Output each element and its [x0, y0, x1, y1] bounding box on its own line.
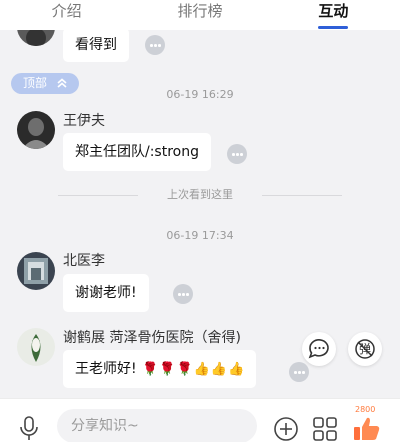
grid-icon[interactable]: [312, 416, 338, 442]
message-bubble[interactable]: 谢谢老师!: [63, 274, 149, 312]
thumbs-up-icon[interactable]: [352, 416, 382, 442]
chat-bubble-icon: [308, 339, 329, 359]
message-text: 郑主任团队/:strong: [75, 144, 199, 160]
last-seen-divider: 上次看到这里: [0, 187, 400, 203]
tab-intro[interactable]: 介绍: [0, 0, 133, 30]
last-seen-label: 上次看到这里: [167, 188, 233, 201]
barrage-label: 弹: [358, 342, 371, 356]
active-tab-indicator: [318, 26, 348, 29]
more-options-icon[interactable]: [227, 144, 247, 164]
message-text: 谢谢老师!: [75, 285, 137, 301]
like-count: 2800: [355, 405, 376, 414]
message-bubble[interactable]: 郑主任团队/:strong: [63, 133, 211, 171]
more-options-icon[interactable]: [173, 284, 193, 304]
comment-button[interactable]: [302, 332, 336, 366]
thumbs-up-emoji: 👍: [210, 362, 228, 377]
chat-list[interactable]: 看得到 06-19 16:29 王伊夫 郑主任团队/:strong 上次看到这里…: [0, 30, 400, 398]
bottom-input-bar: 分享知识~ 2800: [0, 398, 400, 442]
author-name: 北医李: [63, 253, 105, 269]
share-knowledge-input[interactable]: 分享知识~: [57, 409, 257, 442]
message-bubble[interactable]: 王老师好! 🌹🌹🌹👍👍👍: [63, 350, 257, 388]
tab-bar: 介绍 排行榜 互动: [0, 0, 400, 30]
tab-ranking[interactable]: 排行榜: [133, 0, 266, 30]
author-name: 谢鹤展 菏泽骨伤医院（舍得): [63, 330, 241, 346]
avatar[interactable]: [17, 111, 55, 149]
more-options-icon[interactable]: [145, 35, 165, 55]
author-name: 王伊夫: [63, 113, 105, 129]
message-text: 看得到: [75, 37, 117, 53]
message-text: 王老师好!: [75, 361, 137, 377]
rose-emoji: 🌹: [142, 362, 159, 377]
thumbs-up-emoji: 👍: [193, 362, 210, 377]
barrage-toggle-button[interactable]: 弹: [348, 332, 382, 366]
message-bubble[interactable]: 看得到: [63, 30, 129, 62]
avatar[interactable]: [17, 252, 55, 290]
avatar[interactable]: [17, 30, 55, 46]
scroll-to-top-button[interactable]: 顶部: [11, 73, 79, 94]
thumbs-up-emoji: 👍: [228, 362, 245, 377]
rose-emoji: 🌹: [159, 362, 176, 377]
rose-emoji: 🌹: [176, 362, 193, 377]
timestamp: 06-19 17:34: [166, 229, 234, 242]
plus-circle-icon[interactable]: [273, 416, 299, 442]
microphone-icon[interactable]: [18, 415, 40, 441]
avatar[interactable]: [17, 328, 55, 366]
double-chevron-up-icon: [57, 78, 67, 88]
scroll-to-top-label: 顶部: [23, 76, 48, 90]
